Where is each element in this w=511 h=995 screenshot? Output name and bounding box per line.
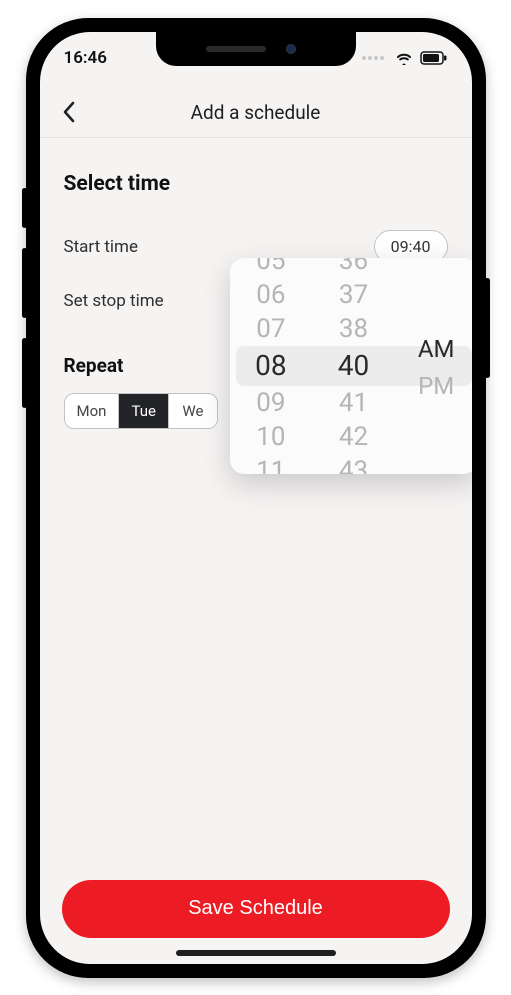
side-button	[485, 278, 490, 378]
hour-item-selected: 08	[230, 346, 313, 386]
back-button[interactable]	[62, 92, 94, 132]
day-selector: Mon Tue We	[64, 393, 218, 429]
ampm-item-pm: PM	[395, 369, 472, 403]
stop-time-label: Set stop time	[64, 291, 164, 311]
minute-item: 37	[312, 278, 395, 312]
phone-camera	[286, 44, 296, 54]
hour-item: 09	[230, 386, 313, 420]
hour-wheel[interactable]: 04 05 06 07 08 09 10 11 12	[230, 258, 313, 474]
minute-item-selected: 40	[312, 346, 395, 386]
phone-notch	[156, 32, 356, 66]
minute-item: 38	[312, 312, 395, 346]
phone-frame: 16:46	[26, 18, 486, 978]
save-schedule-button[interactable]: Save Schedule	[62, 880, 450, 938]
home-indicator[interactable]	[176, 950, 336, 956]
minute-item: 41	[312, 386, 395, 420]
status-indicators	[362, 51, 448, 65]
cellular-dots-icon	[362, 56, 384, 60]
page-title: Add a schedule	[40, 101, 472, 124]
hour-item: 11	[230, 454, 313, 474]
hour-item: 06	[230, 278, 313, 312]
minute-item: 43	[312, 454, 395, 474]
day-pill-mon[interactable]: Mon	[65, 394, 120, 428]
minute-item: 42	[312, 420, 395, 454]
side-button	[22, 248, 27, 318]
day-pill-wed[interactable]: We	[169, 394, 217, 428]
phone-screen: 16:46	[40, 32, 472, 964]
hour-item: 07	[230, 312, 313, 346]
wifi-icon	[394, 51, 414, 65]
app-footer: Save Schedule	[40, 864, 472, 964]
start-time-label: Start time	[64, 237, 138, 257]
battery-icon	[420, 51, 448, 65]
app-header: Add a schedule	[40, 88, 472, 138]
minute-item: 36	[312, 258, 395, 278]
side-button	[22, 188, 27, 228]
ampm-item-am: AM	[395, 329, 472, 369]
side-button	[22, 338, 27, 408]
minute-wheel[interactable]: 35 36 37 38 40 41 42 43 44	[312, 258, 395, 474]
day-pill-tue[interactable]: Tue	[119, 394, 168, 428]
ampm-wheel[interactable]: AM PM	[395, 258, 472, 474]
app-screen: Add a schedule Select time Start time 09…	[40, 32, 472, 964]
hour-item: 10	[230, 420, 313, 454]
status-time: 16:46	[64, 48, 107, 68]
section-title-select-time: Select time	[64, 172, 448, 196]
hour-item: 05	[230, 258, 313, 278]
time-picker-popover: 04 05 06 07 08 09 10 11 12	[230, 258, 472, 474]
phone-speaker	[206, 46, 266, 52]
app-body: Select time Start time 09:40 Set stop ti…	[40, 138, 472, 864]
